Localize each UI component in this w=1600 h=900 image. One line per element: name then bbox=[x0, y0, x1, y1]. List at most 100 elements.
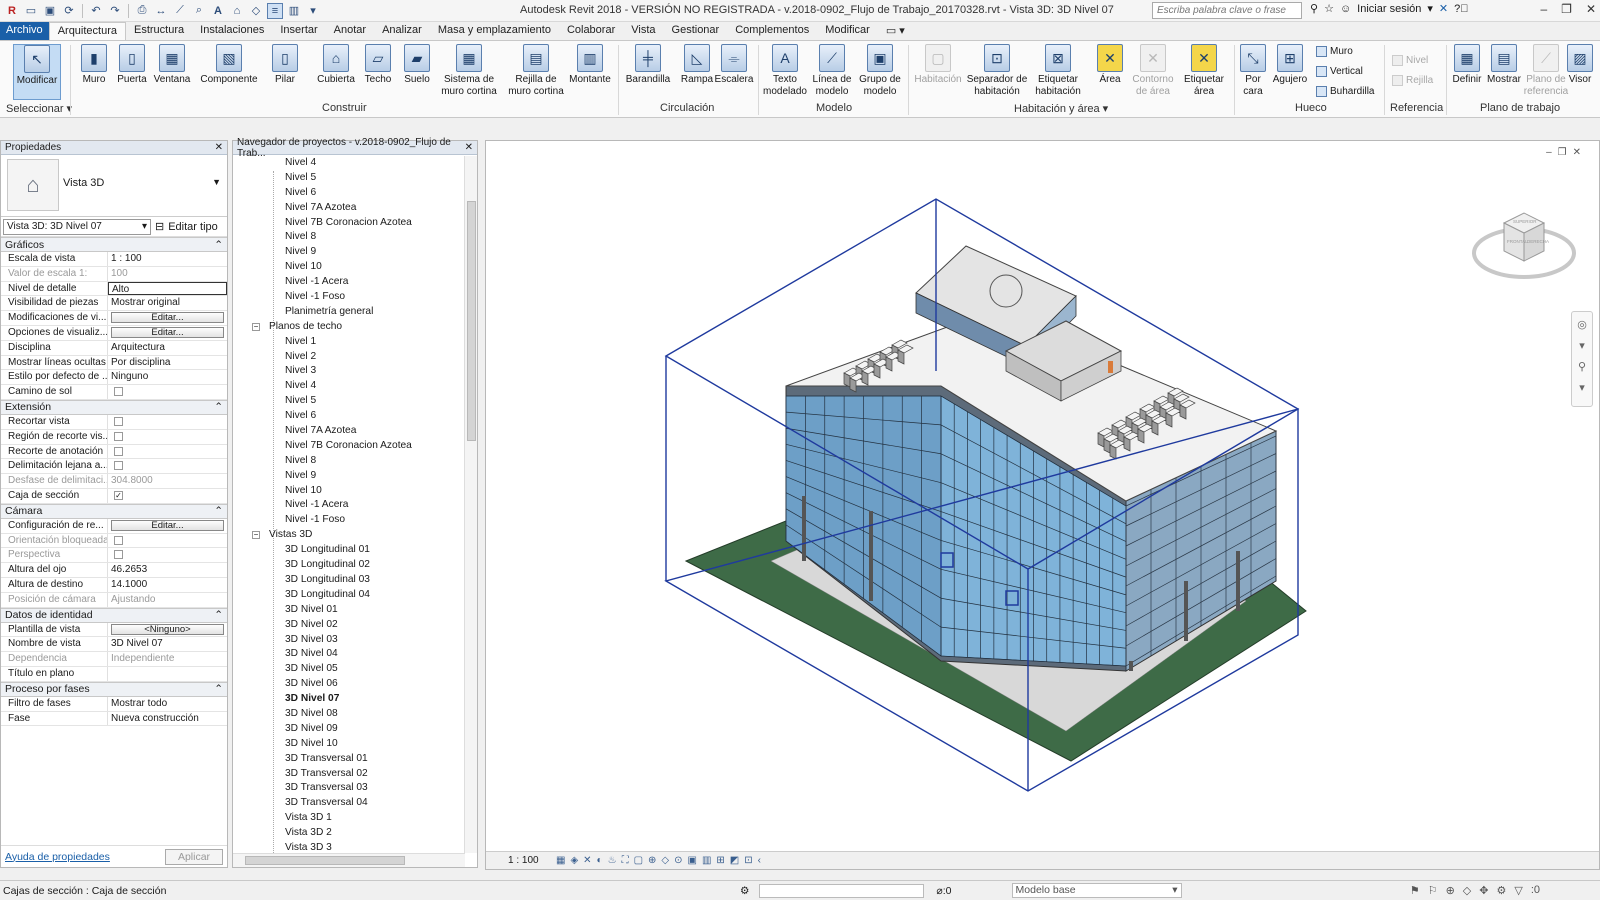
window-button[interactable]: ▦ Ventana bbox=[152, 44, 192, 86]
door-button[interactable]: ▯ Puerta bbox=[114, 44, 150, 86]
filter-icon[interactable]: ▽ bbox=[1514, 884, 1522, 897]
visual-style-icon[interactable]: ◈ bbox=[570, 855, 578, 866]
user-icon[interactable]: ☺ bbox=[1340, 3, 1351, 15]
property-value[interactable] bbox=[108, 385, 227, 399]
render-icon[interactable]: ♨ bbox=[608, 855, 617, 866]
browser-item[interactable]: Nivel 1 bbox=[233, 335, 465, 350]
properties-close-icon[interactable]: ✕ bbox=[215, 142, 223, 153]
modify-button[interactable]: ↖ Modificar bbox=[13, 44, 61, 100]
room-button[interactable]: ▢ Habitación bbox=[912, 44, 964, 86]
ref-plane-button[interactable]: ⟋ Plano de referencia bbox=[1522, 44, 1570, 98]
browser-item[interactable]: 3D Nivel 08 bbox=[233, 707, 465, 722]
switch-windows-icon[interactable]: ▾ bbox=[305, 3, 321, 19]
shadows-icon[interactable]: ◐ bbox=[597, 855, 603, 866]
browser-item[interactable]: Nivel 8 bbox=[233, 454, 465, 469]
dormer-button[interactable]: Buhardilla bbox=[1316, 86, 1374, 97]
area-button[interactable]: ✕ Área bbox=[1094, 44, 1126, 86]
property-edit-button[interactable]: Editar... bbox=[111, 326, 224, 338]
browser-item[interactable]: Nivel 10 bbox=[233, 484, 465, 499]
browser-item[interactable]: 3D Nivel 01 bbox=[233, 603, 465, 618]
collapse-toggle-icon[interactable]: − bbox=[252, 322, 260, 331]
browser-item[interactable]: Nivel 7A Azotea bbox=[233, 201, 465, 216]
help-icon[interactable]: ?⃝ bbox=[1454, 3, 1468, 15]
property-checkbox[interactable] bbox=[114, 416, 123, 426]
browser-item[interactable]: 3D Transversal 04 bbox=[233, 796, 465, 811]
tag-icon[interactable]: ⌕ bbox=[191, 3, 207, 19]
viewcube[interactable]: SUPERIOR FRONTAL DERECHA bbox=[1469, 201, 1579, 291]
section-icon[interactable]: ◇ bbox=[248, 3, 264, 19]
tab-addins[interactable]: Complementos bbox=[727, 22, 817, 40]
railing-button[interactable]: ╪ Barandilla bbox=[624, 44, 672, 86]
browser-item[interactable]: Nivel 6 bbox=[233, 186, 465, 201]
minimize-icon[interactable]: – bbox=[1540, 2, 1547, 16]
tab-architecture[interactable]: Arquitectura bbox=[48, 22, 126, 40]
by-face-button[interactable]: ⤡ Por cara bbox=[1238, 44, 1268, 98]
property-value[interactable]: Editar... bbox=[108, 519, 227, 533]
browser-item[interactable]: Nivel 7A Azotea bbox=[233, 424, 465, 439]
save-icon[interactable]: ▣ bbox=[42, 3, 58, 19]
browser-item[interactable]: Nivel 5 bbox=[233, 394, 465, 409]
property-edit-button[interactable]: <Ninguno> bbox=[111, 623, 224, 635]
building-model[interactable] bbox=[486, 141, 1600, 853]
browser-item[interactable]: Nivel 4 bbox=[233, 379, 465, 394]
signin-link[interactable]: Iniciar sesión bbox=[1357, 3, 1421, 15]
browser-item[interactable]: 3D Transversal 02 bbox=[233, 767, 465, 782]
browser-item[interactable]: 3D Nivel 10 bbox=[233, 737, 465, 752]
browser-item[interactable]: 3D Nivel 03 bbox=[233, 633, 465, 648]
ramp-button[interactable]: ◺ Rampa bbox=[680, 44, 714, 86]
worksets-icon[interactable]: ⚙ bbox=[740, 885, 749, 897]
edit-type-icon[interactable]: ⊟ bbox=[155, 220, 164, 233]
steering-wheel-icon[interactable]: ◎ bbox=[1577, 318, 1587, 331]
property-value[interactable] bbox=[108, 459, 227, 473]
workset-field[interactable] bbox=[759, 883, 925, 898]
pinned-select-icon[interactable]: ⊕ bbox=[1446, 884, 1455, 897]
browser-item[interactable]: Nivel 6 bbox=[233, 409, 465, 424]
property-value[interactable]: 1 : 100 bbox=[108, 252, 227, 266]
vertical-opening-button[interactable]: Vertical bbox=[1316, 66, 1363, 77]
browser-item[interactable]: Nivel -1 Acera bbox=[233, 275, 465, 290]
show-crop-icon[interactable]: ▢ bbox=[634, 855, 643, 866]
browser-item[interactable]: 3D Nivel 06 bbox=[233, 677, 465, 692]
property-value[interactable]: Editar... bbox=[108, 326, 227, 340]
browser-item[interactable]: Planimetría general bbox=[233, 305, 465, 320]
browser-item[interactable]: 3D Nivel 07 bbox=[233, 692, 465, 707]
collapse-toggle-icon[interactable]: − bbox=[252, 531, 260, 540]
collapse-icon[interactable]: ⌃ bbox=[214, 609, 223, 621]
highlight-icon[interactable]: ◩ bbox=[730, 855, 739, 866]
select-panel-label[interactable]: Seleccionar ▾ bbox=[6, 102, 72, 115]
browser-item[interactable]: 3D Transversal 01 bbox=[233, 752, 465, 767]
detail-level-icon[interactable]: ▦ bbox=[556, 855, 565, 866]
browser-item[interactable]: Vista 3D 2 bbox=[233, 826, 465, 841]
type-selector[interactable]: ⌂ Vista 3D ▼ bbox=[1, 155, 227, 217]
apply-button[interactable]: Aplicar bbox=[165, 848, 223, 865]
model-group-button[interactable]: ▣ Grupo de modelo bbox=[856, 44, 904, 98]
model-line-button[interactable]: ⟋ Línea de modelo bbox=[810, 44, 854, 98]
tag-area-button[interactable]: ✕ Etiquetar área bbox=[1182, 44, 1226, 98]
reveal-hidden-icon[interactable]: ⊙ bbox=[674, 855, 682, 866]
tab-structure[interactable]: Estructura bbox=[126, 22, 192, 40]
tab-manage[interactable]: Gestionar bbox=[664, 22, 728, 40]
property-value[interactable] bbox=[108, 667, 227, 681]
property-checkbox[interactable] bbox=[114, 431, 123, 441]
property-checkbox[interactable] bbox=[114, 550, 123, 560]
browser-item[interactable]: Nivel 8 bbox=[233, 230, 465, 245]
room-separator-button[interactable]: ⊡ Separador de habitación bbox=[966, 44, 1028, 98]
shaft-button[interactable]: ⊞ Agujero bbox=[1270, 44, 1310, 86]
collapse-icon[interactable]: ⌃ bbox=[214, 239, 223, 251]
sun-path-icon[interactable]: ✕ bbox=[583, 855, 591, 866]
3d-viewport[interactable]: – ❐ ✕ SUPERIOR FRONTAL DERECHA ◎ ▾ ⚲ ▾ 1… bbox=[485, 140, 1600, 870]
property-value[interactable]: Editar... bbox=[108, 311, 227, 325]
property-checkbox[interactable] bbox=[114, 387, 123, 397]
collapse-icon[interactable]: ⌃ bbox=[214, 683, 223, 695]
model-text-button[interactable]: A Texto modelado bbox=[760, 44, 810, 98]
show-workplane-button[interactable]: ▤ Mostrar bbox=[1484, 44, 1524, 86]
property-value[interactable]: 14.1000 bbox=[108, 578, 227, 592]
navbar-chevron-icon[interactable]: ▾ bbox=[1579, 339, 1585, 352]
property-value[interactable] bbox=[108, 430, 227, 444]
tab-systems[interactable]: Instalaciones bbox=[192, 22, 272, 40]
thin-lines-icon[interactable]: ≡ bbox=[267, 2, 283, 19]
browser-item[interactable]: Nivel 10 bbox=[233, 260, 465, 275]
browser-item[interactable]: Nivel 7B Coronacion Azotea bbox=[233, 439, 465, 454]
property-value[interactable]: Mostrar original bbox=[108, 296, 227, 310]
property-checkbox[interactable] bbox=[114, 461, 123, 471]
